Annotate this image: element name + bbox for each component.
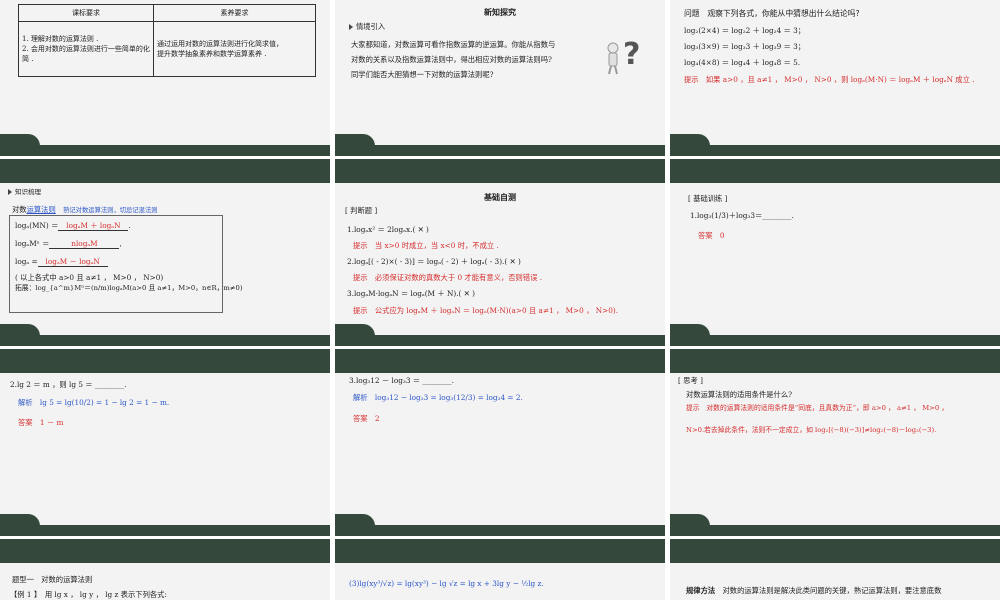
header-band bbox=[670, 349, 1000, 373]
hint-text: 提示 必须保证对数的真数大于 0 才能有意义，否则错误 . bbox=[353, 273, 543, 282]
footer-band bbox=[670, 335, 1000, 346]
standard-item: 1. 理解对数的运算法则 . bbox=[22, 35, 99, 43]
judge-item: 3.logₐM·logₐN ＝ logₐ(M ＋ N).( ✕ ) bbox=[347, 289, 475, 298]
equation: log₃(3×9) ＝ log₃3 ＋ log₃9 ＝ 3； bbox=[684, 42, 806, 51]
heading-text: 对数 bbox=[12, 205, 27, 214]
rule-left: logₐ = bbox=[15, 257, 38, 266]
extension-text: 拓展：log_{a^m}Mⁿ＝(n/m)logₐM(a>0 且 a≠1，M>0，… bbox=[15, 284, 243, 292]
footer-band bbox=[335, 525, 665, 536]
question-text: 3.log₃12 － log₃3 ＝ ________. bbox=[349, 376, 454, 385]
answer-label: 答案 bbox=[698, 231, 713, 240]
thinking-figure-icon: ? bbox=[607, 37, 640, 75]
hint-text: 提示 对数的运算法则的适用条件是“同底，且真数为正”，即 a>0 ， a≠1 ，… bbox=[686, 404, 949, 412]
rule-answer: nlogₐM bbox=[49, 239, 120, 250]
hint-text: 提示 公式应为 logₐM ＋ logₐN ＝ logₐ(M·N)(a>0 且 … bbox=[353, 306, 619, 315]
slide-title: 基础自测 bbox=[484, 193, 516, 202]
standard-cell: 1. 理解对数的运算法则 . 2. 会用对数的运算法则进行一些简单的化简 . bbox=[18, 21, 154, 77]
footer-band bbox=[0, 335, 330, 346]
section-tag: [ 思考 ] bbox=[678, 376, 703, 385]
slide-12: 规律方法 对数的运算法则是解决此类问题的关键，熟记运算法则，要注意底数 bbox=[670, 539, 1000, 600]
slide-5: 基础自测 [ 判断题 ] 1.logₐx² ＝ 2logₐx.( ✕ ) 提示 … bbox=[335, 159, 665, 346]
judge-item: 2.logₐ[( - 2)×( - 3)] ＝ logₐ( - 2) ＋ log… bbox=[347, 257, 521, 266]
section-label: 情境引入 bbox=[356, 22, 386, 31]
slide-grid: 课标要求 素养要求 1. 理解对数的运算法则 . 2. 会用对数的运算法则进行一… bbox=[0, 0, 1000, 600]
footer-band bbox=[335, 145, 665, 156]
slide-10: 题型一 对数的运算法则 【例 1 】 用 lg x ， lg y ， lg z … bbox=[0, 539, 330, 600]
section-label: 知识梳理 bbox=[15, 188, 41, 196]
requirements-table: 课标要求 素养要求 1. 理解对数的运算法则 . 2. 会用对数的运算法则进行一… bbox=[18, 4, 316, 77]
method-text: 对数的运算法则是解决此类问题的关键，熟记运算法则，要注意底数 bbox=[722, 586, 942, 595]
answer-label: 答案 bbox=[353, 414, 368, 423]
question-text: 问题 观察下列各式，你能从中猜想出什么结论吗? bbox=[684, 9, 860, 18]
question-text: 1.log₃(1/3)＋log₃3＝________. bbox=[690, 211, 794, 220]
slide-3: 问题 观察下列各式，你能从中猜想出什么结论吗? log₂(2×4) ＝ log₂… bbox=[670, 0, 1000, 156]
question-text: 2.lg 2 ＝ m ，则 lg 5 ＝ ________. bbox=[10, 380, 127, 389]
header-band bbox=[0, 159, 330, 183]
literacy-line: 通过运用对数的运算法则进行化简求值， bbox=[157, 40, 283, 48]
footer-band bbox=[0, 145, 330, 156]
solution-text: log₃12 − log₃3 = log₃(12/3) = log₃4 = 2. bbox=[374, 393, 523, 402]
rule-left: logₐ(MN) ＝ bbox=[15, 221, 59, 230]
method-label: 规律方法 bbox=[686, 586, 716, 595]
note-text: 熟记对数运算法则，切忌记混法则 bbox=[63, 207, 158, 214]
paragraph-line: 大家都知道，对数运算可看作指数运算的逆运算。你能从指数与 bbox=[351, 40, 556, 49]
answer-label: 答案 bbox=[18, 418, 33, 427]
header-band bbox=[0, 539, 330, 563]
equation: log₄(4×8) ＝ log₄4 ＋ log₄8 ＝ 5. bbox=[684, 58, 801, 67]
literacy-cell: 通过运用对数的运算法则进行化简求值， 提升数学抽象素养和数学运算素养 . bbox=[153, 21, 316, 77]
answer-value: 2 bbox=[374, 414, 380, 423]
col-header-standard: 课标要求 bbox=[18, 4, 154, 22]
answer-value: 0 bbox=[719, 231, 725, 240]
triangle-icon bbox=[349, 24, 353, 30]
solution-text: lg 5 = lg(10/2) = 1 − lg 2 = 1 − m. bbox=[39, 398, 170, 407]
solution-label: 解析 bbox=[353, 393, 368, 402]
rules-link[interactable]: 运算法则 bbox=[27, 205, 56, 214]
paragraph-line: 对数的关系以及指数运算法则中，得出相应对数的运算法则吗? bbox=[351, 55, 552, 64]
hint-text: 提示 当 x>0 时成立，当 x<0 时，不成立 . bbox=[353, 241, 499, 250]
solution-label: 解析 bbox=[18, 398, 33, 407]
slide-9: [ 思考 ] 对数运算法则的适用条件是什么? 提示 对数的运算法则的适用条件是“… bbox=[670, 349, 1000, 536]
footer-band bbox=[0, 525, 330, 536]
solution-text: (3)lg(xy³/√z) = lg(xy³) − lg √z = lg x +… bbox=[349, 579, 544, 588]
section-title: 题型一 对数的运算法则 bbox=[12, 575, 93, 584]
hint-text: 提示 如果 a>0 ，且 a≠1 ， M>0 ， N>0 ，则 logₐ(M·N… bbox=[684, 75, 975, 84]
equation: log₂(2×4) ＝ log₂2 ＋ log₂4 ＝ 3； bbox=[684, 26, 806, 35]
header-band bbox=[0, 349, 330, 373]
literacy-line: 提升数学抽象素养和数学运算素养 . bbox=[157, 50, 267, 58]
slide-2: 新知探究 情境引入 大家都知道，对数运算可看作指数运算的逆运算。你能从指数与 对… bbox=[335, 0, 665, 156]
header-band bbox=[670, 539, 1000, 563]
standard-item: 2. 会用对数的运算法则进行一些简单的化简 . bbox=[22, 45, 150, 63]
rule-left: logₐMⁿ ＝ bbox=[15, 239, 50, 248]
footer-band bbox=[335, 335, 665, 346]
svg-text:?: ? bbox=[623, 37, 640, 72]
slide-1: 课标要求 素养要求 1. 理解对数的运算法则 . 2. 会用对数的运算法则进行一… bbox=[0, 0, 330, 156]
slide-8: 3.log₃12 － log₃3 ＝ ________. 解析 log₃12 −… bbox=[335, 349, 665, 536]
section-tag: [ 基础训练 ] bbox=[688, 194, 728, 203]
header-band bbox=[335, 539, 665, 563]
slide-title: 新知探究 bbox=[484, 8, 516, 17]
rule-answer: logₐM ＋ logₐN bbox=[58, 221, 129, 232]
footer-band bbox=[670, 525, 1000, 536]
condition-text: ( 以上各式中 a>0 且 a≠1 ， M>0 ， N>0) bbox=[15, 273, 164, 282]
judge-item: 1.logₐx² ＝ 2logₐx.( ✕ ) bbox=[347, 225, 429, 234]
section-tag: [ 判断题 ] bbox=[345, 206, 378, 215]
slide-4: 知识梳理 对数运算法则 熟记对数运算法则，切忌记混法则 logₐ(MN) ＝ lo… bbox=[0, 159, 330, 346]
header-band bbox=[335, 159, 665, 183]
header-band bbox=[670, 159, 1000, 183]
triangle-icon bbox=[8, 189, 12, 195]
slide-11: (3)lg(xy³/√z) = lg(xy³) − lg √z = lg x +… bbox=[335, 539, 665, 600]
answer-value: 1 － m bbox=[39, 418, 64, 427]
col-header-literacy: 素养要求 bbox=[153, 4, 316, 22]
question-text: 对数运算法则的适用条件是什么? bbox=[686, 390, 793, 399]
slide-7: 2.lg 2 ＝ m ，则 lg 5 ＝ ________. 解析 lg 5 =… bbox=[0, 349, 330, 536]
header-band bbox=[335, 349, 665, 373]
paragraph-line: 同学们能否大胆猜想一下对数的运算法则呢? bbox=[351, 70, 494, 79]
example-text: 【例 1 】 用 lg x ， lg y ， lg z 表示下列各式: bbox=[10, 590, 167, 599]
hint-text: N>0.若去掉此条件，法则不一定成立，如 log₂[(−8)(−3)]≠log₂… bbox=[686, 426, 937, 434]
rule-answer: logₐM － logₐN bbox=[37, 257, 108, 268]
footer-band bbox=[670, 145, 1000, 156]
slide-6: [ 基础训练 ] 1.log₃(1/3)＋log₃3＝________. 答案 … bbox=[670, 159, 1000, 346]
